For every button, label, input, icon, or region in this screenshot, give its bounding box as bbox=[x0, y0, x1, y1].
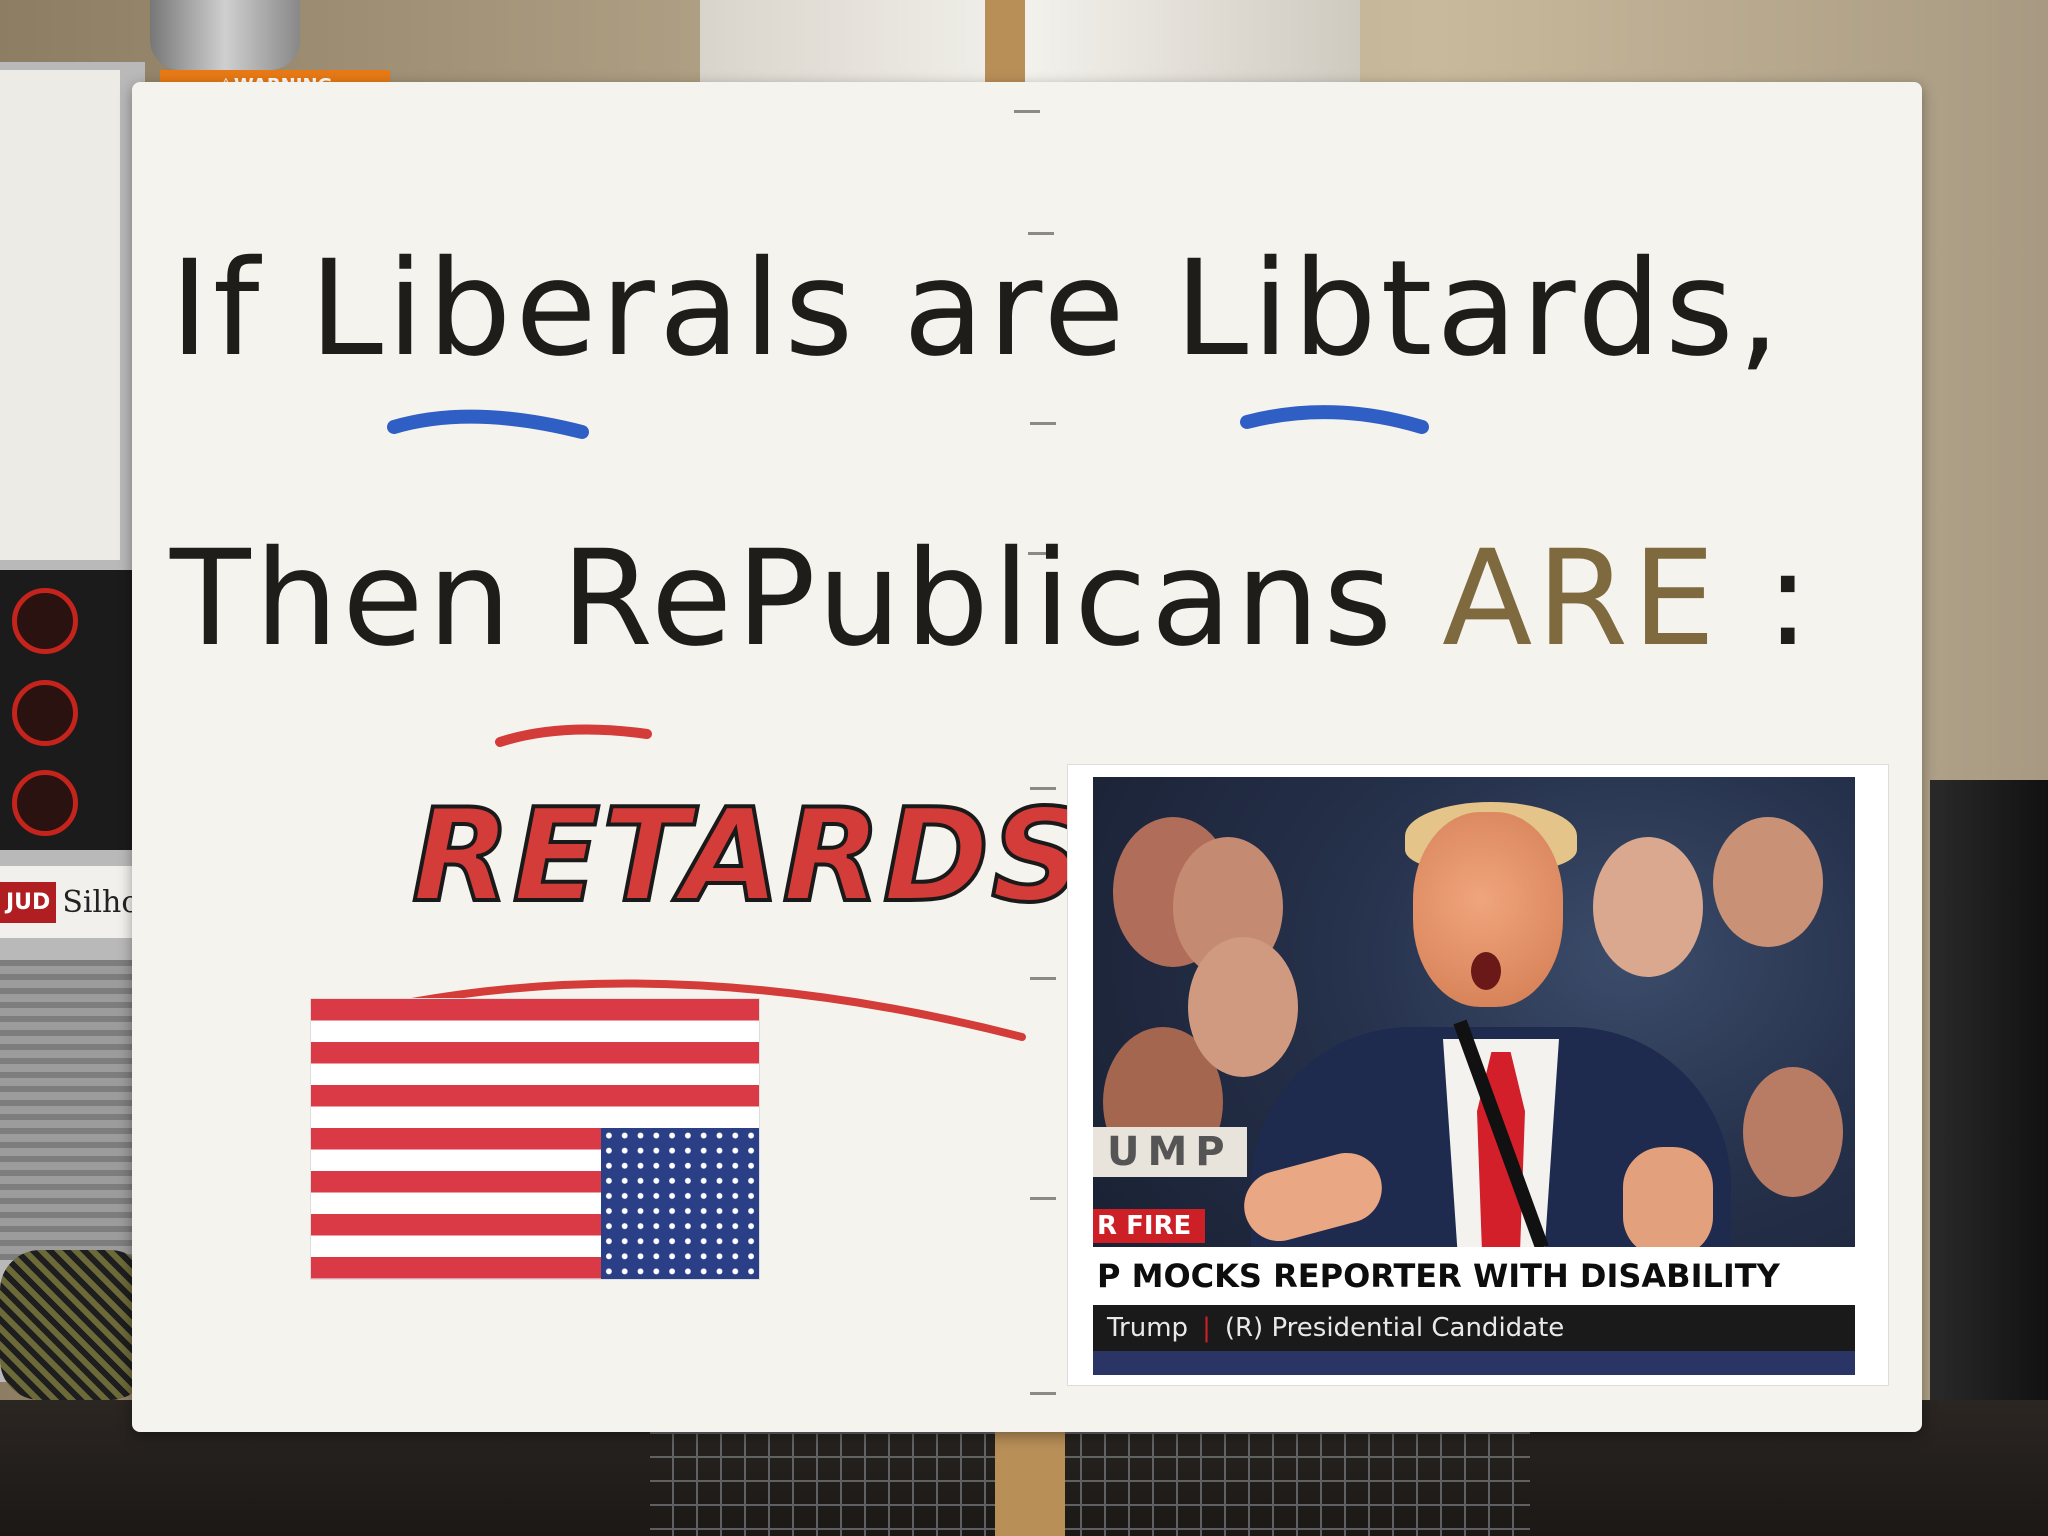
crowd-person bbox=[1743, 1067, 1843, 1197]
flag-star-field bbox=[601, 1128, 759, 1279]
underline-lib bbox=[1240, 405, 1429, 434]
underline-re bbox=[495, 724, 652, 747]
brand-badge: JUD bbox=[0, 881, 57, 923]
vent-pipe bbox=[150, 0, 300, 70]
upside-down-us-flag bbox=[310, 998, 760, 1280]
underline-li bbox=[387, 409, 589, 439]
chyron-bottom-bar bbox=[1093, 1351, 1855, 1375]
chyron-separator: | bbox=[1202, 1313, 1211, 1343]
chyron-role: (R) Presidential Candidate bbox=[1224, 1313, 1565, 1343]
chyron-headline: P MOCKS REPORTER WITH DISABILITY bbox=[1093, 1247, 1855, 1305]
brand-name: Silhou bbox=[62, 884, 138, 920]
knit-item bbox=[0, 1250, 150, 1400]
exercise-equipment bbox=[1930, 780, 2048, 1400]
explosion-hazard-icon bbox=[12, 770, 78, 836]
furnace-brand-label: JUD Silhou bbox=[0, 866, 138, 938]
carbon-monoxide-hazard-icon bbox=[12, 588, 78, 654]
hazard-label-strip bbox=[0, 570, 138, 850]
crowd-person bbox=[1593, 837, 1703, 977]
furnace-instruction-label bbox=[0, 70, 120, 560]
crowd-person bbox=[1713, 817, 1823, 947]
crowd-person bbox=[1188, 937, 1298, 1077]
furnace-grille bbox=[0, 960, 140, 1260]
chyron-tag: R FIRE bbox=[1093, 1209, 1206, 1243]
sign-post-top bbox=[985, 0, 1025, 85]
speaker-mouth bbox=[1471, 952, 1501, 990]
chyron-subline: Trump | (R) Presidential Candidate bbox=[1093, 1305, 1855, 1351]
news-photo: UMP R FIRE P MOCKS REPORTER WITH DISABIL… bbox=[1093, 777, 1855, 1375]
rally-banner: UMP bbox=[1093, 1127, 1247, 1177]
chyron-name: Trump bbox=[1107, 1313, 1189, 1343]
sign-post-bottom bbox=[995, 1420, 1065, 1536]
fire-hazard-icon bbox=[12, 680, 78, 746]
speaker-right-hand bbox=[1623, 1147, 1713, 1257]
